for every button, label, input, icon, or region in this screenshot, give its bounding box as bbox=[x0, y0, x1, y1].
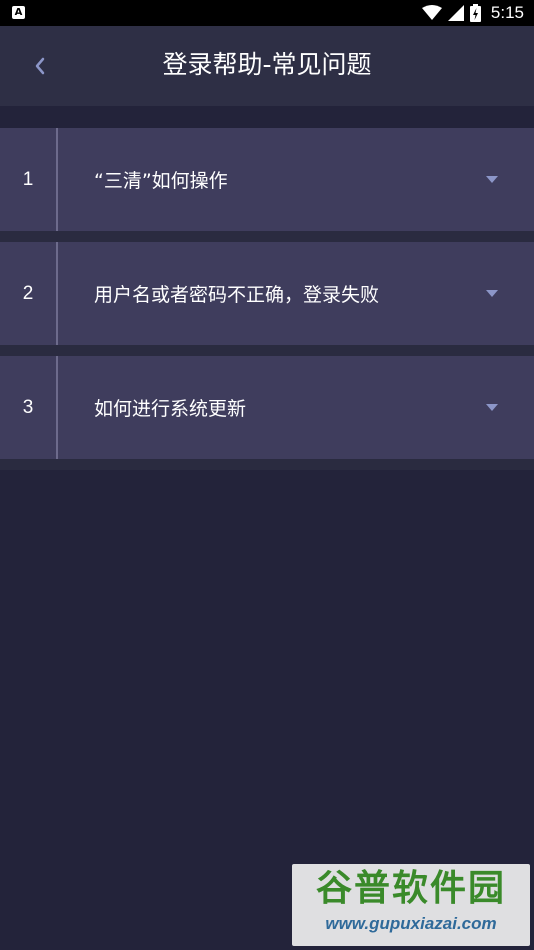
faq-number: 3 bbox=[22, 396, 34, 418]
faq-number: 2 bbox=[22, 282, 34, 304]
faq-item: 3 如何进行系统更新 bbox=[0, 356, 534, 470]
faq-item-1-header[interactable]: 1 “三清”如何操作 bbox=[0, 128, 534, 231]
status-bar: A 5:15 bbox=[0, 0, 534, 26]
header: 登录帮助-常见问题 bbox=[0, 26, 534, 106]
battery-icon bbox=[469, 4, 481, 22]
status-time: 5:15 bbox=[490, 3, 524, 22]
faq-number: 1 bbox=[22, 168, 34, 190]
wifi-icon bbox=[421, 5, 442, 20]
faq-question: 如何进行系统更新 bbox=[94, 398, 247, 420]
caret-down-icon[interactable] bbox=[482, 403, 502, 412]
signal-icon bbox=[447, 5, 464, 21]
page-title: 登录帮助-常见问题 bbox=[162, 50, 372, 79]
chevron-left-icon bbox=[35, 57, 45, 75]
faq-item-3-header[interactable]: 3 如何进行系统更新 bbox=[0, 356, 534, 459]
faq-list: 1 “三清”如何操作 2 用户名或者密码不正确，登录失败 3 如何进行系统更新 bbox=[0, 128, 534, 470]
watermark-brand: 谷普软件园 bbox=[315, 868, 506, 909]
caret-down-icon[interactable] bbox=[482, 289, 502, 298]
faq-item: 1 “三清”如何操作 bbox=[0, 128, 534, 242]
faq-item: 2 用户名或者密码不正确，登录失败 bbox=[0, 242, 534, 356]
app-notification-icon: A bbox=[12, 6, 25, 19]
watermark-url: www.gupuxiazai.com bbox=[325, 914, 497, 933]
faq-question: “三清”如何操作 bbox=[94, 170, 228, 192]
back-button[interactable] bbox=[22, 48, 58, 84]
caret-down-icon[interactable] bbox=[482, 175, 502, 184]
status-icons: 5:15 bbox=[421, 0, 524, 26]
watermark: 谷普软件园 www.gupuxiazai.com bbox=[292, 864, 530, 946]
faq-question: 用户名或者密码不正确，登录失败 bbox=[94, 284, 380, 306]
faq-item-2-header[interactable]: 2 用户名或者密码不正确，登录失败 bbox=[0, 242, 534, 345]
